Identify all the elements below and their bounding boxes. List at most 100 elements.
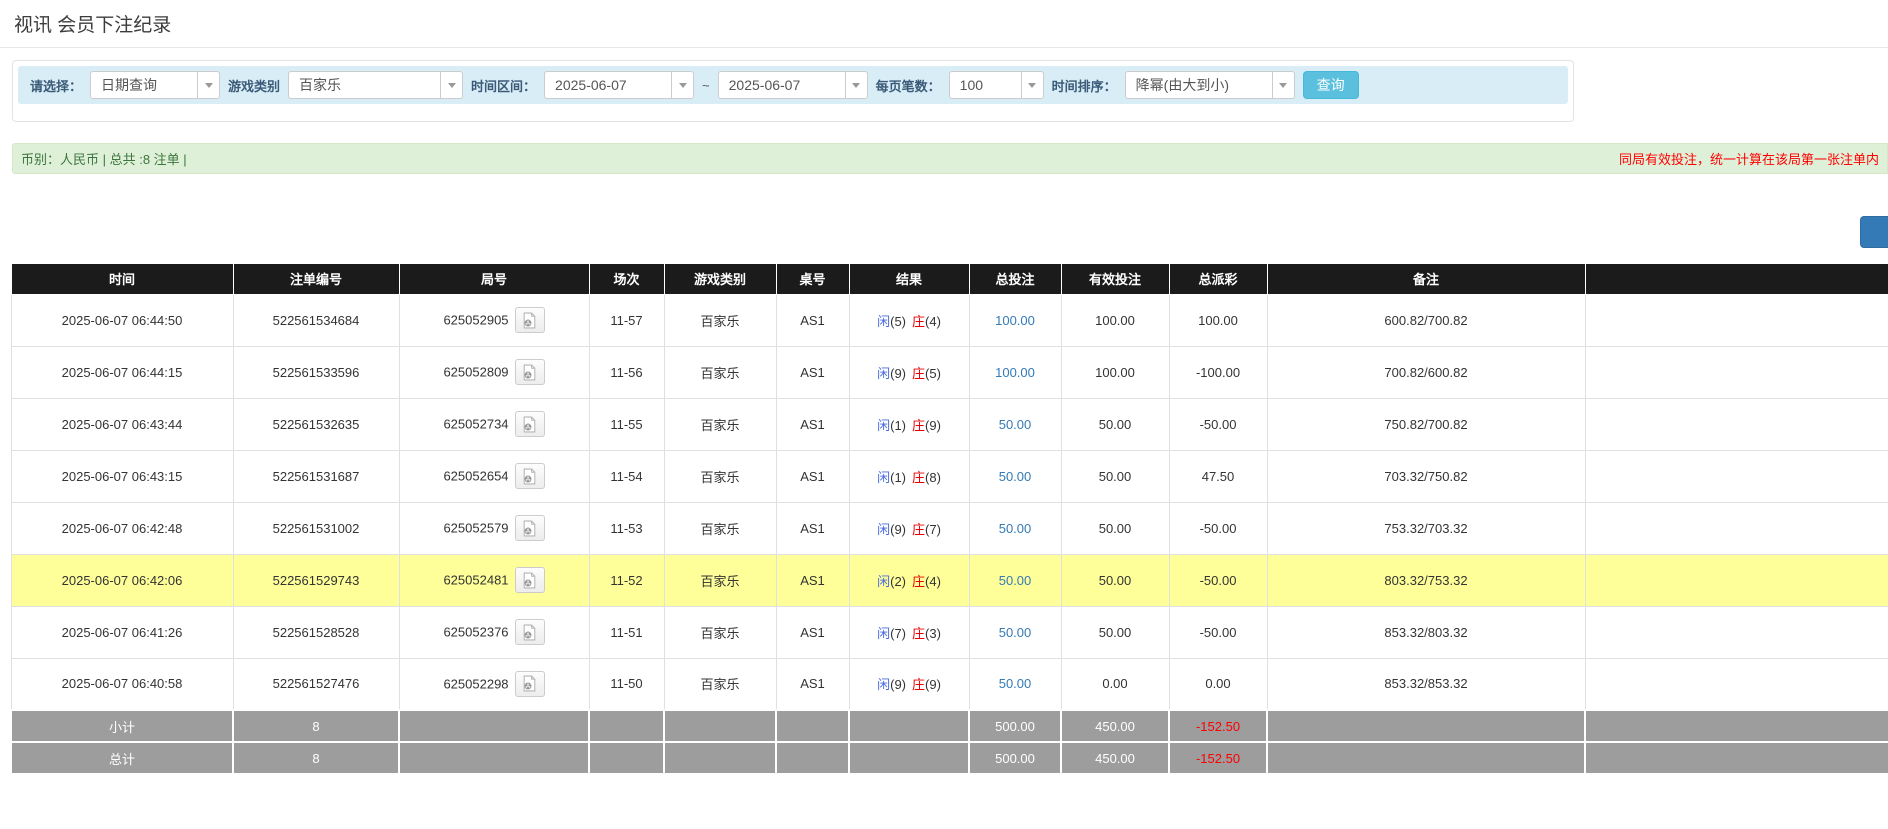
video-replay-button[interactable] bbox=[515, 307, 545, 333]
cell-table-no: AS1 bbox=[776, 450, 849, 502]
table-row: 2025-06-07 06:44:15 522561533596 6250528… bbox=[11, 346, 1888, 398]
time-sort-value: 降幂(由大到小) bbox=[1136, 75, 1229, 95]
cell-remark: 853.32/803.32 bbox=[1267, 606, 1585, 658]
cell-payout: -50.00 bbox=[1169, 554, 1267, 606]
chevron-down-icon bbox=[197, 72, 219, 98]
video-replay-button[interactable] bbox=[515, 411, 545, 437]
table-row: 2025-06-07 06:43:44 522561532635 6250527… bbox=[11, 398, 1888, 450]
total-bet-link[interactable]: 50.00 bbox=[999, 469, 1032, 484]
range-separator: ~ bbox=[702, 78, 710, 93]
cell-session: 11-55 bbox=[589, 398, 664, 450]
query-button[interactable]: 查询 bbox=[1303, 71, 1359, 99]
video-replay-button[interactable] bbox=[515, 671, 545, 697]
round-number: 625052809 bbox=[443, 365, 508, 380]
total-bet-link[interactable]: 100.00 bbox=[995, 313, 1035, 328]
cell-bet-id: 522561533596 bbox=[233, 346, 399, 398]
partial-button-right-edge[interactable] bbox=[1860, 216, 1888, 248]
time-sort-select[interactable]: 降幂(由大到小) bbox=[1125, 71, 1295, 99]
video-replay-icon bbox=[521, 520, 538, 537]
video-replay-icon bbox=[521, 364, 538, 381]
video-replay-button[interactable] bbox=[515, 359, 545, 385]
video-replay-button[interactable] bbox=[515, 515, 545, 541]
cell-extra bbox=[1585, 658, 1888, 710]
result-banker-score: (9) bbox=[925, 677, 941, 692]
cell-session: 11-56 bbox=[589, 346, 664, 398]
cell-time: 2025-06-07 06:44:50 bbox=[11, 294, 233, 346]
total-bet-link[interactable]: 50.00 bbox=[999, 521, 1032, 536]
cell-round: 625052579 bbox=[399, 502, 589, 554]
total-bet-link[interactable]: 50.00 bbox=[999, 676, 1032, 691]
result-banker: 庄 bbox=[912, 574, 925, 589]
column-header-11 bbox=[1585, 264, 1888, 294]
query-type-label: 请选择： bbox=[30, 76, 82, 95]
cell-result: 闲(2)庄(4) bbox=[849, 554, 969, 606]
cell-extra bbox=[1585, 398, 1888, 450]
cell-total-bet: 50.00 bbox=[969, 502, 1061, 554]
cell-game-type: 百家乐 bbox=[664, 606, 776, 658]
round-number: 625052376 bbox=[443, 625, 508, 640]
cell-extra bbox=[1585, 606, 1888, 658]
column-header-6: 结果 bbox=[849, 264, 969, 294]
game-type-select[interactable]: 百家乐 bbox=[288, 71, 463, 99]
cell-game-type: 百家乐 bbox=[664, 554, 776, 606]
table-row: 2025-06-07 06:42:06 522561529743 6250524… bbox=[11, 554, 1888, 606]
filter-bar: 请选择： 日期查询 游戏类别 百家乐 时间区间： 2025-06-07 ~ 20… bbox=[18, 66, 1568, 104]
video-replay-button[interactable] bbox=[515, 619, 545, 645]
cell-total-bet: 50.00 bbox=[969, 450, 1061, 502]
video-replay-button[interactable] bbox=[515, 567, 545, 593]
total-bet-link[interactable]: 50.00 bbox=[999, 625, 1032, 640]
page-title: 视讯 会员下注纪录 bbox=[14, 10, 1888, 37]
cell-payout: 47.50 bbox=[1169, 450, 1267, 502]
chevron-down-icon bbox=[1021, 72, 1043, 98]
cell-game-type: 百家乐 bbox=[664, 502, 776, 554]
table-row: 2025-06-07 06:42:48 522561531002 6250525… bbox=[11, 502, 1888, 554]
title-divider bbox=[0, 47, 1888, 48]
result-banker: 庄 bbox=[912, 677, 925, 692]
cell-game-type: 百家乐 bbox=[664, 398, 776, 450]
date-from-select[interactable]: 2025-06-07 bbox=[544, 71, 694, 99]
result-player: 闲 bbox=[877, 677, 890, 692]
cell-session: 11-57 bbox=[589, 294, 664, 346]
summary-count: 8 bbox=[233, 710, 399, 742]
cell-time: 2025-06-07 06:41:26 bbox=[11, 606, 233, 658]
result-banker: 庄 bbox=[912, 522, 925, 537]
cell-remark: 703.32/750.82 bbox=[1267, 450, 1585, 502]
video-replay-button[interactable] bbox=[515, 463, 545, 489]
result-banker-score: (8) bbox=[925, 470, 941, 485]
game-type-value: 百家乐 bbox=[299, 75, 341, 95]
date-to-select[interactable]: 2025-06-07 bbox=[718, 71, 868, 99]
round-number: 625052481 bbox=[443, 573, 508, 588]
cell-total-bet: 50.00 bbox=[969, 606, 1061, 658]
result-player-score: (7) bbox=[890, 626, 906, 641]
summary-payout: -152.50 bbox=[1169, 710, 1267, 742]
result-player: 闲 bbox=[877, 470, 890, 485]
cell-total-bet: 100.00 bbox=[969, 346, 1061, 398]
chevron-down-icon bbox=[671, 72, 693, 98]
page-size-select[interactable]: 100 bbox=[949, 71, 1044, 99]
summary-label: 小计 bbox=[11, 710, 233, 742]
column-header-10: 备注 bbox=[1267, 264, 1585, 294]
cell-bet-id: 522561527476 bbox=[233, 658, 399, 710]
cell-remark: 803.32/753.32 bbox=[1267, 554, 1585, 606]
cell-time: 2025-06-07 06:44:15 bbox=[11, 346, 233, 398]
video-replay-icon bbox=[521, 312, 538, 329]
query-type-select[interactable]: 日期查询 bbox=[90, 71, 220, 99]
summary-label: 总计 bbox=[11, 742, 233, 774]
cell-result: 闲(1)庄(9) bbox=[849, 398, 969, 450]
column-header-5: 桌号 bbox=[776, 264, 849, 294]
total-bet-link[interactable]: 100.00 bbox=[995, 365, 1035, 380]
cell-game-type: 百家乐 bbox=[664, 346, 776, 398]
cell-game-type: 百家乐 bbox=[664, 658, 776, 710]
cell-time: 2025-06-07 06:40:58 bbox=[11, 658, 233, 710]
total-bet-link[interactable]: 50.00 bbox=[999, 573, 1032, 588]
cell-table-no: AS1 bbox=[776, 346, 849, 398]
cell-extra bbox=[1585, 346, 1888, 398]
video-replay-icon bbox=[521, 572, 538, 589]
cell-bet-id: 522561528528 bbox=[233, 606, 399, 658]
summary-count: 8 bbox=[233, 742, 399, 774]
total-bet-link[interactable]: 50.00 bbox=[999, 417, 1032, 432]
cell-result: 闲(9)庄(5) bbox=[849, 346, 969, 398]
video-replay-icon bbox=[521, 675, 538, 692]
cell-session: 11-52 bbox=[589, 554, 664, 606]
result-banker-score: (3) bbox=[925, 626, 941, 641]
